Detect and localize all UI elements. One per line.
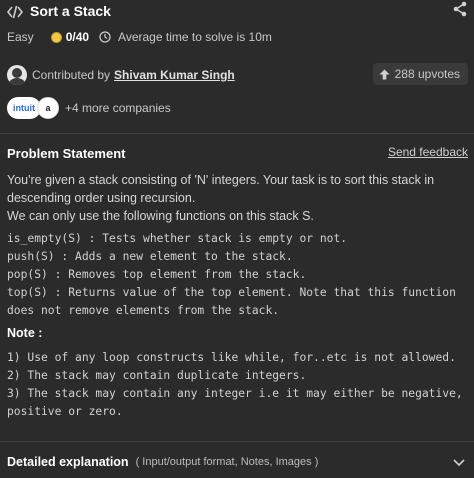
problem-description: You're given a stack consisting of 'N' i…: [7, 171, 467, 225]
contributed-by-label: Contributed by: [32, 68, 111, 82]
page-title: Sort a Stack: [30, 3, 111, 19]
coin-icon: [50, 31, 62, 43]
note-list: 1) Use of any loop constructs like while…: [7, 349, 469, 421]
function-line: push(S) : Adds a new element to the stac…: [7, 250, 293, 263]
function-line: pop(S) : Removes top element from the st…: [7, 268, 307, 281]
description-line: We can only use the following functions …: [7, 209, 314, 223]
detailed-explanation-toggle[interactable]: Detailed explanation ( Input/output form…: [7, 453, 318, 471]
note-title: Note :: [7, 326, 43, 340]
note-line: 3) The stack may contain any integer i.e…: [7, 387, 463, 400]
intuit-logo: intuit: [7, 97, 41, 119]
function-list: is_empty(S) : Tests whether stack is emp…: [7, 230, 469, 320]
problem-header: Sort a Stack: [0, 0, 474, 26]
function-line: does not remove elements from the stack.: [7, 304, 280, 317]
difficulty-label: Easy: [7, 30, 34, 44]
description-line: You're given a stack consisting of 'N' i…: [7, 173, 435, 187]
code-icon: [7, 5, 23, 19]
note-line: 1) Use of any loop constructs like while…: [7, 351, 456, 364]
companies-row: intuit a +4 more companies: [7, 96, 171, 120]
share-icon[interactable]: [452, 1, 468, 17]
problem-meta: Easy 0/40 Average time to solve is 10m: [7, 29, 272, 45]
detailed-explanation-subtitle: ( Input/output format, Notes, Images ): [135, 456, 319, 468]
send-feedback-link[interactable]: Send feedback: [388, 145, 468, 159]
divider: [0, 133, 474, 134]
clock-icon: [99, 31, 111, 43]
contributor-link[interactable]: Shivam Kumar Singh: [114, 68, 235, 82]
detailed-explanation-title: Detailed explanation: [7, 455, 129, 469]
description-line: descending order using recursion.: [7, 191, 196, 205]
upvote-button[interactable]: 288 upvotes: [372, 63, 468, 85]
upvote-count: 288 upvotes: [394, 67, 460, 81]
function-line: top(S) : Returns value of the top elemen…: [7, 286, 456, 299]
problem-statement-title: Problem Statement: [7, 146, 126, 161]
arrow-up-icon: [379, 68, 390, 80]
note-line: positive or zero.: [7, 405, 123, 418]
more-companies-link[interactable]: +4 more companies: [65, 101, 171, 115]
score-label: 0/40: [65, 30, 90, 44]
avatar: [7, 65, 27, 85]
avg-time-label: Average time to solve is 10m: [118, 30, 272, 44]
note-line: 2) The stack may contain duplicate integ…: [7, 369, 307, 382]
chevron-down-icon[interactable]: [452, 455, 466, 469]
function-line: is_empty(S) : Tests whether stack is emp…: [7, 232, 348, 245]
divider: [0, 441, 474, 442]
contributor-row: Contributed by Shivam Kumar Singh: [7, 64, 235, 86]
amazon-logo: a: [37, 97, 59, 119]
